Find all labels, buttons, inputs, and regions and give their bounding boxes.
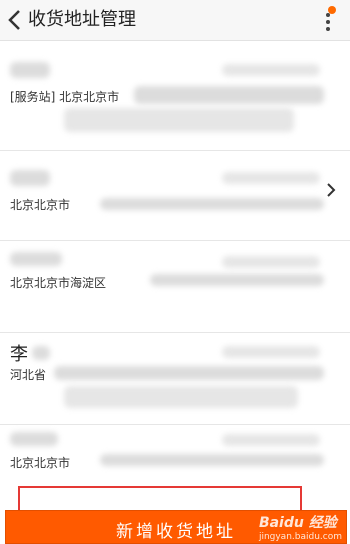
address-item[interactable]: [服务站] 北京北京市 — [0, 42, 350, 151]
address-item[interactable]: 北京北京市 — [0, 424, 350, 486]
address-text: 河北省 — [10, 368, 47, 382]
address-item[interactable]: 李 河北省 — [0, 332, 350, 425]
more-menu-button[interactable] — [320, 6, 336, 34]
address-text: [服务站] 北京北京市 — [10, 90, 120, 104]
top-bar: 收货地址管理 — [0, 0, 350, 41]
watermark-brand: Baidu 经验 — [258, 515, 337, 531]
recipient-name: 李 — [10, 344, 28, 365]
back-arrow-icon[interactable] — [5, 8, 25, 32]
watermark-url: jingyan.baidu.com — [258, 532, 342, 542]
address-item[interactable]: 北京北京市 — [0, 150, 350, 241]
chevron-right-icon — [327, 183, 336, 197]
address-text: 北京北京市 — [10, 198, 71, 212]
address-text: 北京北京市海淀区 — [10, 276, 107, 290]
address-item[interactable]: 北京北京市海淀区 — [0, 240, 350, 333]
address-text: 北京北京市 — [10, 456, 71, 470]
page-title: 收货地址管理 — [28, 9, 136, 30]
watermark: Baidu 经验 jingyan.baidu.com — [259, 512, 342, 542]
